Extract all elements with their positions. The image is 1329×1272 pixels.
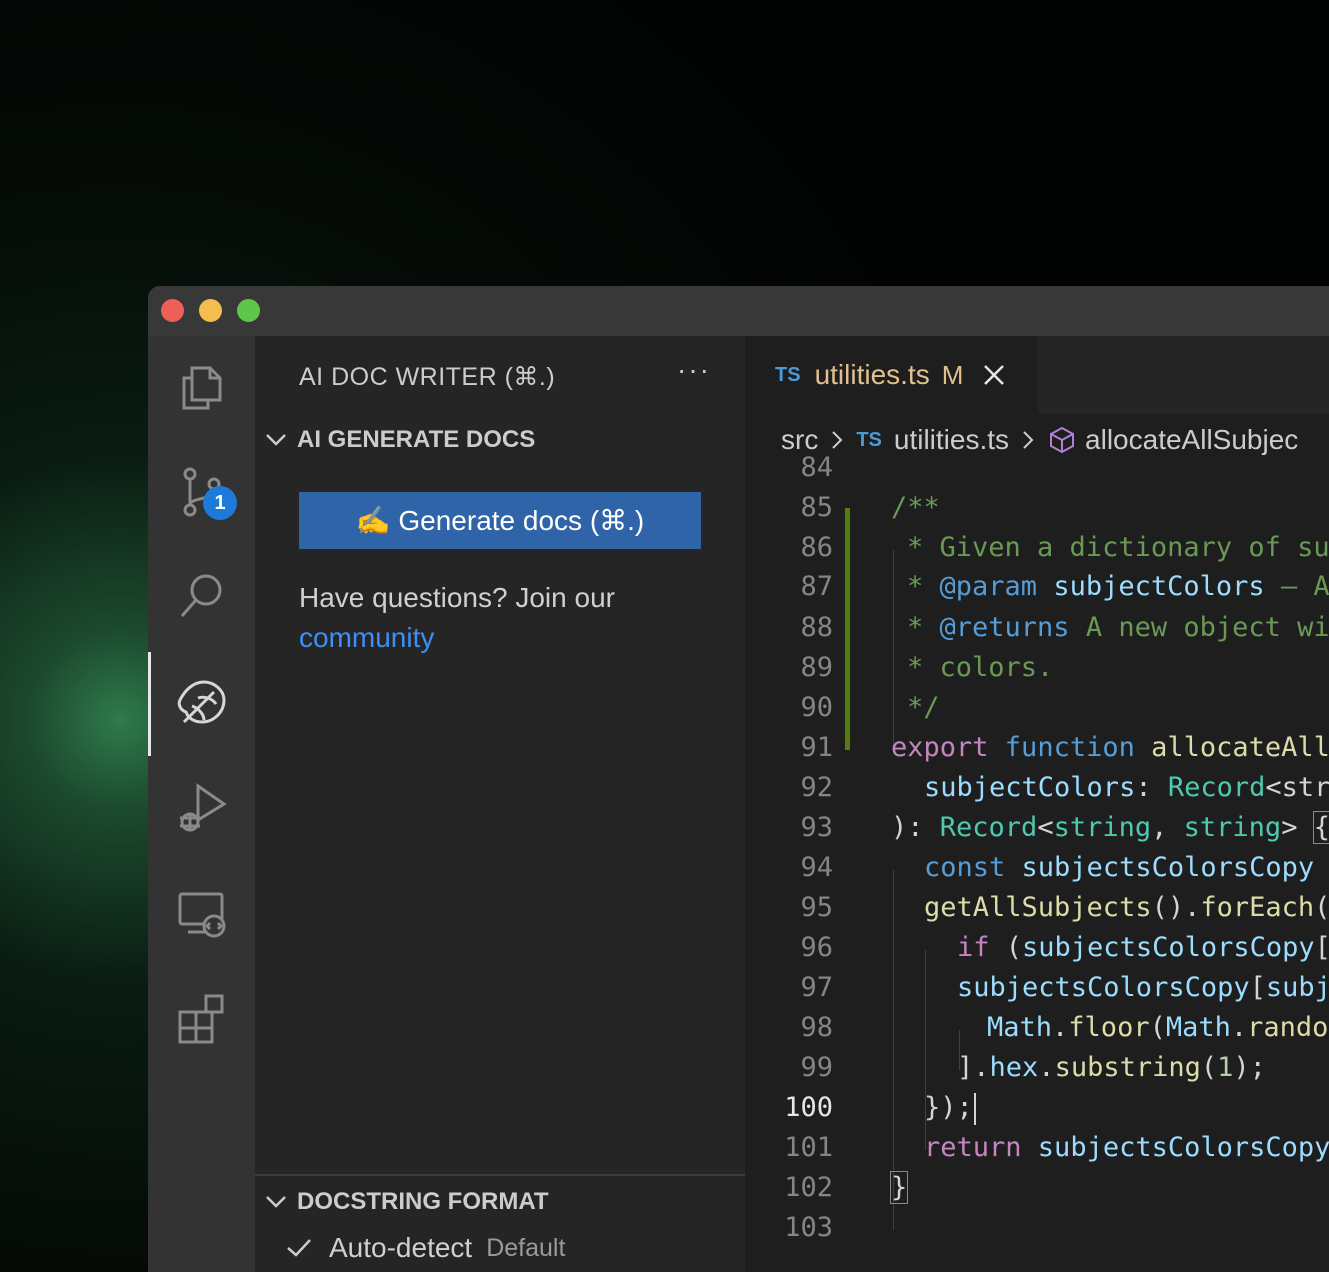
line-number: 87: [800, 571, 833, 602]
remote-explorer-icon: [178, 892, 225, 938]
breadcrumb-symbol[interactable]: allocateAllSubjec: [1085, 424, 1298, 456]
close-icon[interactable]: [981, 362, 1007, 388]
editor: TS utilities.ts M src TS utilities.ts al…: [745, 336, 1329, 1272]
check-icon: [287, 1239, 311, 1257]
line-number: 100: [784, 1092, 833, 1123]
tab-file-name: utilities.ts: [814, 359, 930, 390]
code-text: /**: [891, 492, 940, 523]
ai-doc-writer-icon: [177, 680, 226, 724]
line-number: 91: [800, 732, 833, 763]
chevron-down-icon: [266, 434, 286, 446]
extensions-icon: [178, 994, 223, 1044]
docstring-format-section-header[interactable]: DOCSTRING FORMAT: [263, 1188, 549, 1216]
activity-remote-explorer[interactable]: [148, 862, 255, 966]
line-number: 102: [784, 1172, 833, 1203]
code-text: const subjectsColorsCopy: [924, 852, 1315, 883]
code-text: if (subjectsColorsCopy[: [957, 932, 1329, 963]
line-number: 103: [784, 1212, 833, 1243]
vscode-window: 1 AI DOC WRITER (⌘.) ··· AI GENERATE DOC…: [148, 286, 1329, 1272]
chevron-right-icon: [1023, 431, 1034, 449]
docstring-option-label: Auto-detect: [329, 1232, 473, 1263]
code-area[interactable]: 84 85 /** 86 * Given a dictionary of su 87…: [745, 452, 1329, 1272]
code-text: ): Record<string, string> {: [891, 811, 1329, 844]
chevron-down-icon: [266, 1196, 286, 1208]
help-text-prefix: Have questions? Join our: [299, 582, 615, 613]
docstring-option-auto-detect[interactable]: Auto-detect Default: [285, 1232, 565, 1264]
search-icon: [180, 574, 221, 617]
help-text: Have questions? Join our community: [299, 578, 719, 658]
code-text: */: [907, 692, 940, 723]
code-text: * colors.: [907, 652, 1054, 683]
source-control-badge: 1: [203, 486, 237, 520]
symbol-cube-icon: [1050, 426, 1075, 454]
code-text: getAllSubjects().forEach(: [924, 892, 1329, 923]
line-number: 89: [800, 652, 833, 683]
tab-modified-indicator: M: [941, 359, 964, 390]
docstring-option-note: Default: [486, 1233, 566, 1262]
activity-search[interactable]: [148, 544, 255, 648]
code-text: return subjectsColorsCopy: [924, 1132, 1329, 1163]
run-debug-icon: [179, 783, 227, 832]
code-text: });: [924, 1088, 976, 1128]
line-number: 98: [800, 1012, 833, 1043]
line-number: 95: [800, 892, 833, 923]
text-cursor: [973, 1092, 976, 1125]
zoom-window-button[interactable]: [237, 299, 260, 322]
ai-generate-docs-heading: AI GENERATE DOCS: [297, 426, 536, 453]
typescript-file-icon: TS: [856, 428, 882, 451]
activity-explorer[interactable]: [148, 336, 255, 440]
activity-ai-doc-writer[interactable]: [148, 652, 255, 756]
more-actions-button[interactable]: ···: [677, 354, 711, 386]
breadcrumb: src TS utilities.ts allocateAllSubjec: [781, 418, 1298, 462]
line-number: 99: [800, 1052, 833, 1083]
line-number: 94: [800, 852, 833, 883]
line-number: 84: [800, 452, 833, 483]
community-link[interactable]: community: [299, 622, 434, 653]
ai-generate-docs-section-header[interactable]: AI GENERATE DOCS: [263, 426, 535, 454]
code-text: export function allocateAll: [891, 732, 1329, 763]
title-bar: [148, 286, 1329, 336]
sidebar-title: AI DOC WRITER (⌘.): [299, 363, 556, 391]
close-window-button[interactable]: [161, 299, 184, 322]
line-number: 88: [800, 612, 833, 643]
code-text: ].hex.substring(1);: [957, 1052, 1266, 1083]
line-number: 85: [800, 492, 833, 523]
generate-docs-button[interactable]: ✍️ Generate docs (⌘.): [299, 492, 701, 549]
minimize-window-button[interactable]: [199, 299, 222, 322]
activity-extensions[interactable]: [148, 966, 255, 1070]
code-text: subjectColors: Record<str: [924, 772, 1329, 803]
files-icon: [182, 366, 221, 410]
docstring-format-heading: DOCSTRING FORMAT: [297, 1188, 549, 1215]
section-divider: [255, 1174, 745, 1176]
active-indicator: [148, 652, 151, 756]
tab-bar: TS utilities.ts M: [745, 336, 1329, 414]
line-number: 86: [800, 532, 833, 563]
code-text: }: [889, 1171, 909, 1204]
code-text: * @param subjectColors – A: [907, 571, 1329, 602]
breadcrumb-file[interactable]: utilities.ts: [894, 424, 1009, 456]
ai-doc-writer-sidebar: AI DOC WRITER (⌘.) ··· AI GENERATE DOCS …: [255, 336, 745, 1272]
line-number: 101: [784, 1132, 833, 1163]
code-text: * Given a dictionary of su: [907, 532, 1329, 563]
line-number: 93: [800, 812, 833, 843]
line-number: 96: [800, 932, 833, 963]
code-text: * @returns A new object wi: [907, 612, 1329, 643]
gutter-added-marker: [845, 508, 850, 750]
typescript-file-icon: TS: [775, 363, 801, 386]
activity-bar: 1: [148, 336, 255, 1272]
activity-source-control[interactable]: 1: [148, 440, 255, 544]
code-text: subjectsColorsCopy[subj: [957, 972, 1329, 1003]
line-number: 90: [800, 692, 833, 723]
tab-utilities-ts[interactable]: TS utilities.ts M: [745, 336, 1038, 414]
line-number: 97: [800, 972, 833, 1003]
code-text: Math.floor(Math.rando: [987, 1012, 1329, 1043]
indent-guide: [893, 550, 894, 750]
activity-run-debug[interactable]: [148, 756, 255, 860]
line-number: 92: [800, 772, 833, 803]
